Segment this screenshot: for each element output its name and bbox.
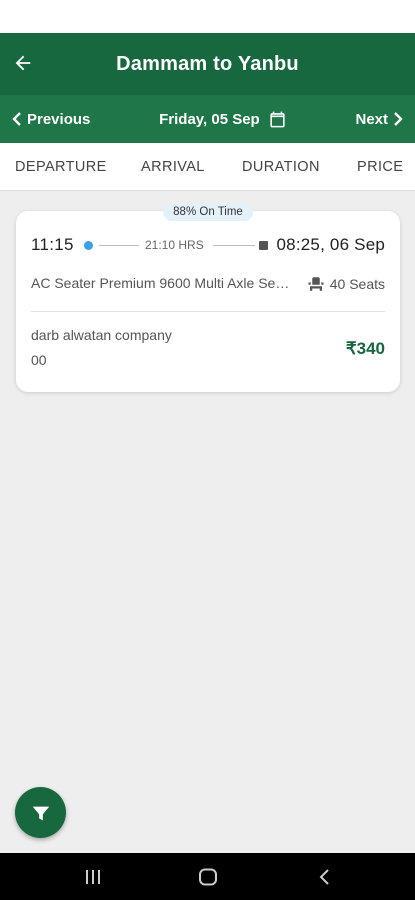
date-navigation-bar: Previous Friday, 05 Sep Next — [0, 95, 415, 143]
filter-button[interactable] — [15, 787, 66, 838]
card-divider — [31, 311, 385, 312]
bus-info-row: AC Seater Premium 9600 Multi Axle Semi S… — [31, 273, 385, 293]
seats-count: 40 Seats — [329, 276, 385, 292]
seat-icon — [308, 277, 324, 291]
departure-time: 11:15 — [31, 235, 74, 254]
arrival-square-icon — [259, 241, 268, 250]
calendar-icon — [270, 111, 285, 127]
previous-label: Previous — [27, 110, 91, 128]
sort-tab-bar: DEPARTURE ARRIVAL DURATION PRICE — [0, 143, 415, 191]
tab-sort-duration[interactable]: DURATION — [242, 159, 320, 175]
home-button[interactable] — [196, 866, 220, 888]
journey-line — [213, 245, 255, 246]
status-bar — [0, 0, 415, 33]
timing-row: 11:15 21:10 HRS 08:25, 06 Sep — [31, 235, 385, 257]
journey-duration: 21:10 HRS — [145, 238, 204, 252]
system-back-button[interactable] — [312, 866, 336, 888]
arrow-left-icon — [15, 55, 31, 71]
seats-available: 40 Seats — [307, 275, 385, 293]
page-title: Dammam to Yanbu — [116, 52, 299, 75]
tab-sort-departure[interactable]: DEPARTURE — [15, 159, 107, 175]
fare-price: ₹340 — [345, 339, 385, 358]
app-bar: Dammam to Yanbu — [0, 33, 415, 95]
bus-result-card[interactable]: 88% On Time 11:15 21:10 HRS 08:25, 06 Se… — [16, 203, 400, 392]
home-icon — [199, 868, 217, 886]
tab-sort-price[interactable]: PRICE — [357, 159, 403, 175]
journey-line — [99, 245, 139, 246]
selected-date: Friday, 05 Sep — [159, 110, 260, 128]
recent-apps-button[interactable] — [81, 866, 105, 888]
previous-day-button[interactable]: Previous — [12, 111, 90, 128]
chevron-right-icon — [394, 112, 403, 126]
arrival-time: 08:25, 06 Sep — [276, 235, 385, 254]
next-day-button[interactable]: Next — [355, 111, 403, 128]
back-button[interactable] — [8, 48, 38, 78]
date-picker-button[interactable]: Friday, 05 Sep — [159, 110, 287, 129]
chevron-left-icon — [12, 112, 21, 126]
system-navigation-bar — [0, 853, 415, 900]
operator-code: 00 — [31, 352, 47, 368]
departure-dot-icon — [84, 241, 93, 250]
recent-apps-icon — [86, 870, 100, 884]
on-time-badge: 88% On Time — [163, 203, 253, 221]
bus-type: AC Seater Premium 9600 Multi Axle Semi S… — [31, 275, 293, 291]
tab-sort-arrival[interactable]: ARRIVAL — [141, 159, 205, 175]
chevron-left-icon — [319, 869, 329, 885]
operator-name: darb alwatan company — [31, 327, 172, 343]
filter-icon — [32, 806, 49, 820]
next-label: Next — [355, 110, 388, 128]
